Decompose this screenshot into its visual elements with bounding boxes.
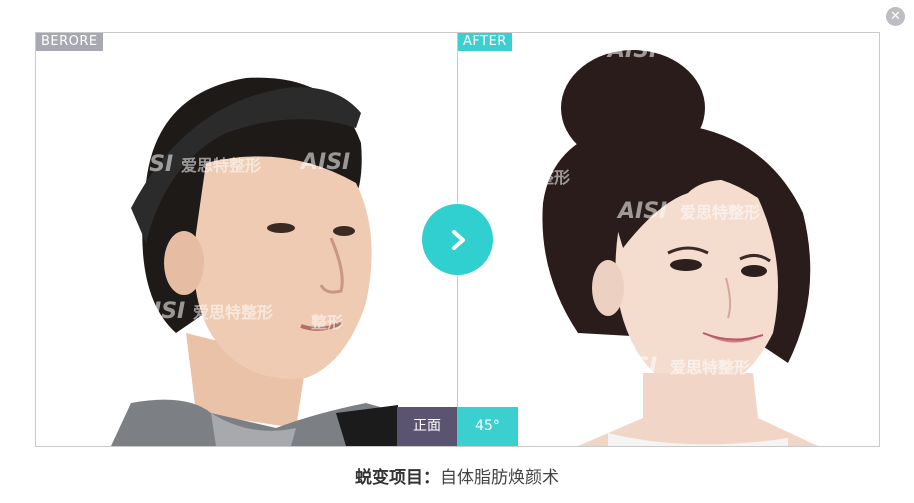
svg-text:爱思特整形: 爱思特整形 <box>193 303 273 322</box>
close-icon: ✕ <box>890 9 901 24</box>
before-panel: AISI 爱思特整形 AISI AISI 爱思特整形 整形 BERORE <box>35 32 458 447</box>
svg-text:爱思特整形: 爱思特整形 <box>670 358 750 377</box>
svg-text:整形: 整形 <box>537 168 570 187</box>
project-caption: 蜕变项目：自体脂肪焕颜术 <box>0 463 914 488</box>
after-tag: AFTER <box>458 33 512 51</box>
svg-text:爱思特整形: 爱思特整形 <box>181 156 261 175</box>
close-button[interactable]: ✕ <box>886 7 905 26</box>
svg-text:AISI: AISI <box>134 299 185 324</box>
after-photo: AISI 整形 AISI 爱思特整形 AISI 爱思特整形 <box>458 33 879 446</box>
svg-text:整形: 整形 <box>310 313 343 332</box>
caption-value: 自体脂肪焕颜术 <box>440 468 559 488</box>
svg-text:AISI: AISI <box>299 150 350 175</box>
chevron-right-icon <box>451 229 465 250</box>
after-panel: AISI 整形 AISI 爱思特整形 AISI 爱思特整形 AFTER <box>457 32 880 447</box>
before-tag: BERORE <box>36 33 103 51</box>
svg-text:AISI: AISI <box>122 152 173 177</box>
caption-label: 蜕变项目： <box>355 468 440 488</box>
next-arrow-button[interactable] <box>422 204 493 275</box>
svg-text:AISI: AISI <box>606 354 657 379</box>
svg-text:爱思特整形: 爱思特整形 <box>680 203 760 222</box>
view-front-button[interactable]: 正面 <box>397 407 457 446</box>
svg-text:AISI: AISI <box>616 199 667 224</box>
svg-text:AISI: AISI <box>606 38 657 63</box>
view-45-button[interactable]: 45° <box>457 407 518 446</box>
before-photo: AISI 爱思特整形 AISI AISI 爱思特整形 整形 <box>36 33 457 446</box>
